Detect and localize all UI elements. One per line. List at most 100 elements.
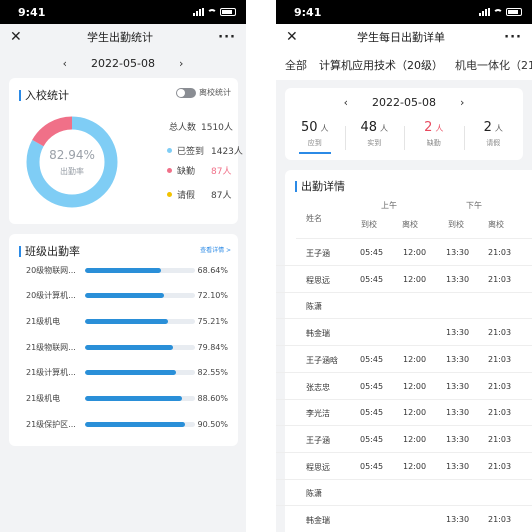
wifi-icon [493,8,503,16]
cell-am-out: 12:00 [403,461,427,471]
rate-bar-track [85,421,195,427]
more-icon[interactable]: ··· [218,31,236,44]
cell-am-in: 05:45 [360,381,384,391]
toggle-switch[interactable] [176,87,196,98]
rate-bar-fill [85,318,168,324]
col-pm-out: 离校 [488,220,504,229]
summary-label: 实到 [367,139,382,147]
class-rate-row[interactable]: 21级物联网... 79.84% [26,341,232,353]
rate-bar-track [85,293,195,299]
leave-stats-toggle-label: 离校统计 [199,88,231,97]
cell-am-in: 05:45 [360,354,384,364]
cell-am-out: 12:00 [403,434,427,444]
total-value: 1510人 [201,123,233,133]
class-rate-row[interactable]: 20级物联网... 68.64% [26,264,232,276]
active-indicator [298,152,331,154]
legend-leave: 请假 87人 [167,188,231,201]
cell-am-in: 05:45 [360,248,384,257]
cell-name: 程思远 [306,275,330,285]
rate-bar-track [85,396,195,401]
cell-pm-in: 13:30 [446,328,470,338]
class-name: 21级保护区... [26,419,76,429]
legend-dot [167,192,172,197]
table-row[interactable]: 陈潇 [276,292,532,320]
table-row[interactable]: 程思远 05:45 12:00 13:30 21:03 [276,453,532,480]
table-row[interactable]: 王子涵 05:45 12:00 13:30 21:03 [276,239,532,266]
attendance-rate-label: 出勤率 [60,167,84,176]
cell-pm-in: 13:30 [446,461,470,471]
legend-dot [167,148,172,153]
cell-pm-in: 13:30 [446,515,470,524]
leave-stats-toggle[interactable]: 离校统计 [176,87,231,98]
class-tabs: 全部 计算机应用技术（20级） 机电一体化（21级 [276,50,532,80]
cell-pm-in: 13:30 [446,434,470,444]
rate-bar-track [85,344,195,350]
table-row[interactable]: 张志忠 05:45 12:00 13:30 21:03 [276,373,532,400]
legend-label: 缺勤 [177,167,196,177]
summary-present[interactable]: 48 人 实到 [344,120,405,154]
page-title: 学生每日出勤详单 [356,31,445,44]
legend-signed-in: 已签到 1423人 [167,144,243,157]
cell-name: 张志忠 [306,382,330,392]
summary-absent[interactable]: 2人 缺勤 [404,120,464,154]
class-rate-title: 班级出勤率 [19,243,80,259]
daily-summary-card: ‹ 2022-05-08 › 50 人 应到 48 人 实到 2人 缺勤 2人 请假 [285,88,523,160]
summary-unit: 人 [380,124,389,133]
cell-pm-out: 21:03 [488,248,512,257]
tab-computer-app[interactable]: 计算机应用技术（20级） [319,57,443,73]
class-rate-row[interactable]: 21级机电 88.60% [26,393,232,405]
summary-unit: 人 [320,124,329,133]
date-selector: ‹ 2022-05-08 › [285,96,523,109]
class-rate-row[interactable]: 21级计算机... 82.55% [26,367,232,379]
class-rate-row[interactable]: 21级机电 75.21% [26,315,232,327]
cell-pm-out: 21:03 [488,461,512,471]
battery-icon [506,8,522,16]
cell-am-out: 12:00 [403,248,427,257]
summary-num: 2 [483,120,492,135]
status-time: 9:41 [18,5,46,19]
close-icon[interactable]: ✕ [10,30,22,44]
legend-value: 1423人 [211,147,243,157]
summary-label: 缺勤 [426,139,441,147]
class-name: 21级物联网... [26,342,76,352]
prev-date-button[interactable]: ‹ [63,57,67,70]
next-date-button[interactable]: › [460,96,464,109]
col-am-in: 到校 [361,220,377,229]
cell-am-out: 12:00 [403,354,427,364]
table-row[interactable]: 李光洁 05:45 12:00 13:30 21:03 [276,399,532,427]
summary-expected[interactable]: 50 人 应到 [285,120,345,154]
rate-bar-fill [85,344,173,350]
rate-bar-fill [85,267,161,273]
prev-date-button[interactable]: ‹ [344,96,348,109]
table-row[interactable]: 王子涵 05:45 12:00 13:30 21:03 [276,426,532,453]
legend-label: 请假 [177,191,196,201]
table-row[interactable]: 程思远 05:45 12:00 13:30 21:03 [276,266,532,293]
cell-pm-out: 21:03 [488,381,512,391]
class-rate-row[interactable]: 20级计算机... 72.10% [26,290,232,302]
battery-icon [220,8,236,16]
col-am: 上午 [381,201,397,210]
rate-value: 72.10% [197,291,228,301]
wifi-icon [207,8,217,16]
col-name: 姓名 [306,214,322,223]
rate-value: 79.84% [197,342,228,352]
next-date-button[interactable]: › [179,57,183,70]
table-row[interactable]: 王子涵晗 05:45 12:00 13:30 21:03 [276,346,532,373]
class-name: 20级物联网... [26,265,76,275]
summary-leave[interactable]: 2人 请假 [463,120,524,154]
rate-bar-track [85,267,195,273]
attendance-donut-chart [26,116,118,208]
table-row[interactable]: 陈潇 [276,479,532,507]
table-row[interactable]: 韩金瑞 13:30 21:03 [276,506,532,532]
class-rate-row[interactable]: 21级保护区... 90.50% [26,418,232,430]
table-row[interactable]: 韩金瑞 13:30 21:03 [276,319,532,347]
date-selector: ‹ 2022-05-08 › [0,50,246,76]
attendance-overview-screen: 9:41 ✕ 学生出勤统计 ··· ‹ 2022-05-08 › 入校统计 离校… [0,0,246,532]
more-icon[interactable]: ··· [504,31,522,44]
tab-mechatronics[interactable]: 机电一体化（21级 [455,57,532,73]
close-icon[interactable]: ✕ [286,30,298,44]
entry-stats-card: 入校统计 离校统计 82.94% 出勤率 总人数 1510人 已签到 1423人… [9,78,243,224]
view-details-link[interactable]: 查看详情 > [200,245,231,254]
tab-all[interactable]: 全部 [285,57,307,73]
class-name: 21级机电 [26,316,61,326]
